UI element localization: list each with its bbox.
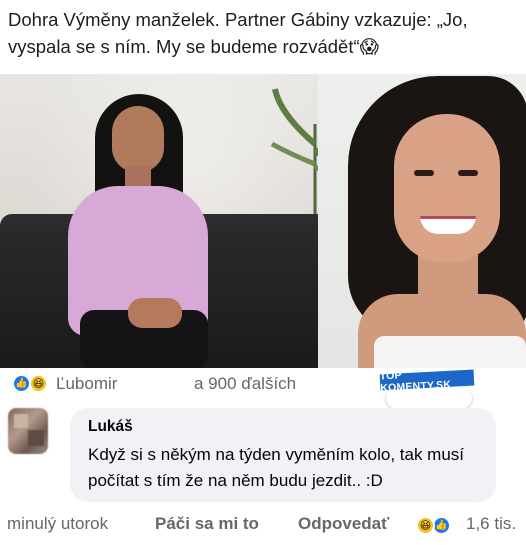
like-icon: 👍 (12, 374, 31, 393)
comment-author[interactable]: Lukáš (88, 418, 133, 436)
reply-button[interactable]: Odpovedať (298, 514, 389, 534)
image-left-scene (0, 74, 360, 368)
post-text: Dohra Výměny manželek. Partner Gábiny vz… (8, 9, 468, 57)
like-button[interactable]: Páči sa mi to (155, 514, 259, 534)
comment-timestamp[interactable]: minulý utorok (7, 514, 108, 534)
comment-actions: minulý utorok Páči sa mi to Odpovedať 😆 … (0, 514, 526, 538)
comment-text: Když si s někým na týden vyměním kolo, t… (88, 445, 465, 490)
comment-bubble: Lukáš Když si s někým na týden vyměním k… (70, 408, 496, 502)
haha-icon: 😆 (29, 374, 48, 393)
badge-label: TOP KOMENTY.SK (379, 369, 475, 394)
haha-icon: 😆 (416, 516, 435, 535)
avatar[interactable] (8, 408, 48, 454)
reactor-others[interactable]: a 900 ďalších (194, 374, 296, 394)
image-right-portrait (318, 74, 526, 368)
reactor-name[interactable]: Ľubomir (56, 374, 117, 394)
post-image[interactable] (0, 74, 526, 368)
comment-reaction-count[interactable]: 1,6 tis. (466, 514, 516, 534)
